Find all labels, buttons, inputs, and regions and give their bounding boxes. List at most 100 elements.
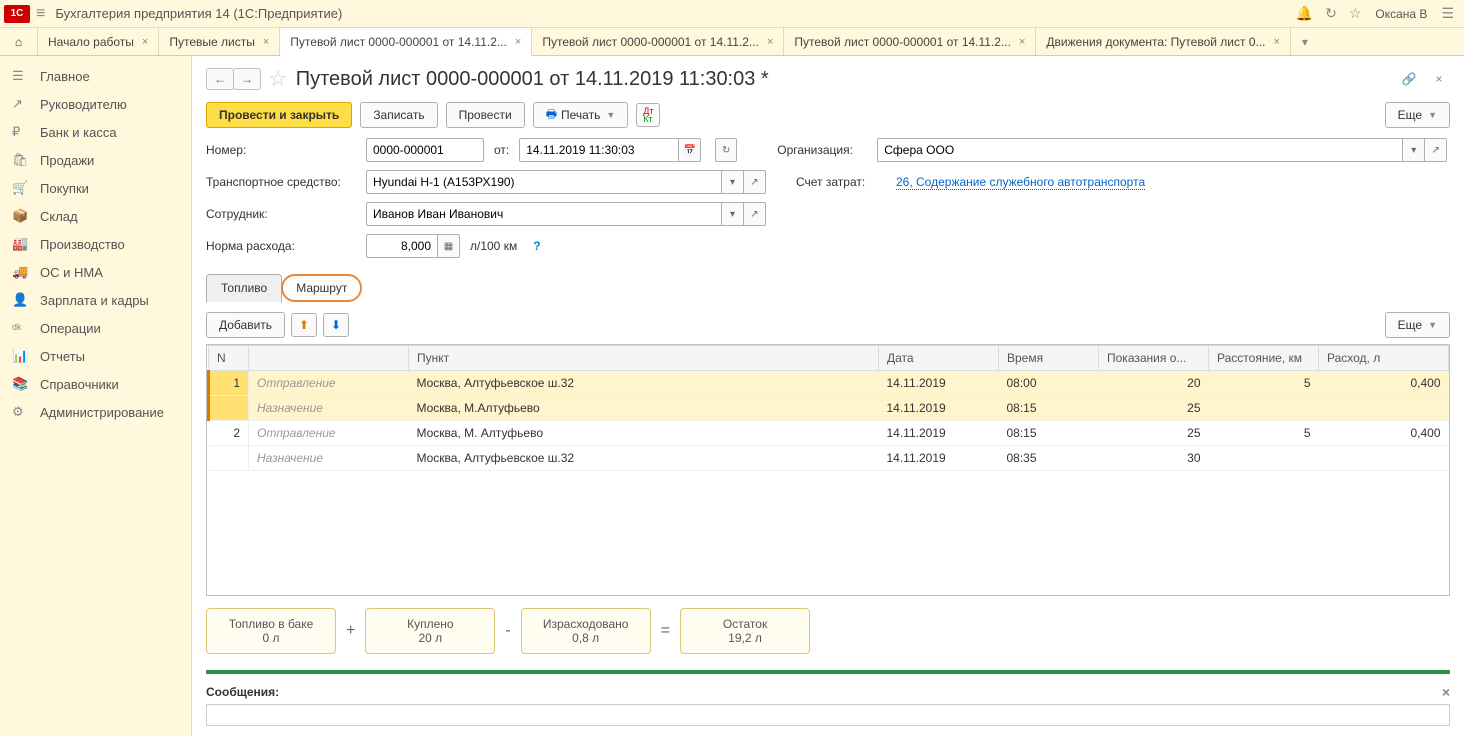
- date-cell[interactable]: 14.11.2019: [879, 421, 999, 446]
- dropdown-button[interactable]: ▾: [722, 202, 744, 226]
- history-icon[interactable]: ↻: [1325, 5, 1337, 22]
- calendar-button[interactable]: 📅: [679, 138, 701, 162]
- post-and-close-button[interactable]: Провести и закрыть: [206, 102, 352, 128]
- dist-cell[interactable]: 5: [1209, 421, 1319, 446]
- time-cell[interactable]: 08:15: [999, 421, 1099, 446]
- col-header-cons[interactable]: Расход, л: [1319, 346, 1449, 371]
- sidebar-item-warehouse[interactable]: 📦Склад: [0, 202, 191, 230]
- add-row-button[interactable]: Добавить: [206, 312, 285, 338]
- sidebar-item-admin[interactable]: ⚙Администрирование: [0, 398, 191, 426]
- dtkt-button[interactable]: ДтКт: [636, 103, 660, 127]
- tab-waybill-1[interactable]: Путевой лист 0000-000001 от 14.11.2...×: [280, 28, 532, 56]
- bell-icon[interactable]: 🔔: [1296, 5, 1313, 22]
- sidebar-item-catalogs[interactable]: 📚Справочники: [0, 370, 191, 398]
- tab-waybills[interactable]: Путевые листы×: [159, 28, 280, 55]
- window-menu-icon[interactable]: ☰: [1441, 5, 1454, 22]
- date-input[interactable]: [519, 138, 679, 162]
- nav-back-button[interactable]: ←: [206, 68, 234, 90]
- cons-cell[interactable]: [1319, 396, 1449, 421]
- star-icon[interactable]: ☆: [1349, 5, 1362, 22]
- cons-cell[interactable]: 0,400: [1319, 421, 1449, 446]
- tab-waybill-2[interactable]: Путевой лист 0000-000001 от 14.11.2...×: [532, 28, 784, 55]
- save-button[interactable]: Записать: [360, 102, 437, 128]
- date-cell[interactable]: 14.11.2019: [879, 446, 999, 471]
- odo-cell[interactable]: 25: [1099, 421, 1209, 446]
- close-icon[interactable]: ×: [515, 36, 521, 48]
- odo-cell[interactable]: 30: [1099, 446, 1209, 471]
- dist-cell[interactable]: [1209, 446, 1319, 471]
- table-row[interactable]: 1 Отправление Москва, Алтуфьевское ш.32 …: [209, 371, 1449, 396]
- close-icon[interactable]: ×: [142, 36, 148, 48]
- sidebar-item-reports[interactable]: 📊Отчеты: [0, 342, 191, 370]
- table-row[interactable]: 2 Отправление Москва, М. Алтуфьево 14.11…: [209, 421, 1449, 446]
- sidebar-item-main[interactable]: ☰Главное: [0, 62, 191, 90]
- post-button[interactable]: Провести: [446, 102, 525, 128]
- odo-cell[interactable]: 25: [1099, 396, 1209, 421]
- print-button[interactable]: 🖶Печать▼: [533, 102, 629, 128]
- time-cell[interactable]: 08:15: [999, 396, 1099, 421]
- move-up-button[interactable]: ⬆: [291, 313, 317, 337]
- dropdown-button[interactable]: ▾: [1403, 138, 1425, 162]
- col-header-point[interactable]: Пункт: [409, 346, 879, 371]
- odo-cell[interactable]: 20: [1099, 371, 1209, 396]
- col-header-n[interactable]: N: [209, 346, 249, 371]
- main-menu-icon[interactable]: ≡: [36, 5, 45, 23]
- dropdown-button[interactable]: ▾: [722, 170, 744, 194]
- tab-movements[interactable]: Движения документа: Путевой лист 0...×: [1036, 28, 1291, 55]
- point-cell[interactable]: Москва, Алтуфьевское ш.32: [409, 446, 879, 471]
- close-icon[interactable]: ×: [1019, 36, 1025, 48]
- close-icon[interactable]: ×: [767, 36, 773, 48]
- more-button[interactable]: Еще▼: [1385, 102, 1450, 128]
- time-cell[interactable]: 08:35: [999, 446, 1099, 471]
- point-cell[interactable]: Москва, Алтуфьевское ш.32: [409, 371, 879, 396]
- col-header-dist[interactable]: Расстояние, км: [1209, 346, 1319, 371]
- user-name[interactable]: Оксана В: [1375, 7, 1427, 21]
- tabs-dropdown[interactable]: ▾: [1291, 28, 1319, 55]
- nav-forward-button[interactable]: →: [233, 68, 261, 90]
- time-cell[interactable]: 08:00: [999, 371, 1099, 396]
- close-document-icon[interactable]: ×: [1428, 68, 1450, 90]
- messages-body[interactable]: [206, 704, 1450, 726]
- open-button[interactable]: ↗: [744, 170, 766, 194]
- sidebar-item-manager[interactable]: ↗Руководителю: [0, 90, 191, 118]
- rate-input[interactable]: [366, 234, 438, 258]
- dist-cell[interactable]: [1209, 396, 1319, 421]
- calculator-button[interactable]: ▦: [438, 234, 460, 258]
- favorite-star-icon[interactable]: ☆: [268, 66, 288, 92]
- close-messages-icon[interactable]: ×: [1442, 684, 1450, 700]
- sidebar-item-production[interactable]: 🏭Производство: [0, 230, 191, 258]
- home-tab[interactable]: ⌂: [0, 28, 38, 55]
- cons-cell[interactable]: [1319, 446, 1449, 471]
- point-cell[interactable]: Москва, М. Алтуфьево: [409, 421, 879, 446]
- table-more-button[interactable]: Еще▼: [1385, 312, 1450, 338]
- employee-input[interactable]: [366, 202, 722, 226]
- link-icon[interactable]: 🔗: [1398, 68, 1420, 90]
- number-input[interactable]: [366, 138, 484, 162]
- sidebar-item-bank[interactable]: ₽Банк и касса: [0, 118, 191, 146]
- open-button[interactable]: ↗: [1425, 138, 1447, 162]
- dist-cell[interactable]: 5: [1209, 371, 1319, 396]
- tab-start[interactable]: Начало работы×: [38, 28, 159, 55]
- help-icon[interactable]: ?: [533, 239, 540, 253]
- vehicle-input[interactable]: [366, 170, 722, 194]
- col-header-type[interactable]: [249, 346, 409, 371]
- close-icon[interactable]: ×: [1274, 36, 1280, 48]
- sidebar-item-assets[interactable]: 🚚ОС и НМА: [0, 258, 191, 286]
- sidebar-item-purchases[interactable]: 🛒Покупки: [0, 174, 191, 202]
- refresh-button[interactable]: ↻: [715, 138, 737, 162]
- org-input[interactable]: [877, 138, 1403, 162]
- tab-fuel[interactable]: Топливо: [206, 274, 282, 302]
- tab-route[interactable]: Маршрут: [281, 274, 362, 302]
- close-icon[interactable]: ×: [263, 36, 269, 48]
- move-down-button[interactable]: ⬇: [323, 313, 349, 337]
- open-button[interactable]: ↗: [744, 202, 766, 226]
- cons-cell[interactable]: 0,400: [1319, 371, 1449, 396]
- table-row[interactable]: Назначение Москва, Алтуфьевское ш.32 14.…: [209, 446, 1449, 471]
- date-cell[interactable]: 14.11.2019: [879, 371, 999, 396]
- date-cell[interactable]: 14.11.2019: [879, 396, 999, 421]
- col-header-date[interactable]: Дата: [879, 346, 999, 371]
- sidebar-item-sales[interactable]: 🛍Продажи: [0, 146, 191, 174]
- point-cell[interactable]: Москва, М.Алтуфьево: [409, 396, 879, 421]
- col-header-odo[interactable]: Показания о...: [1099, 346, 1209, 371]
- sidebar-item-hr[interactable]: 👤Зарплата и кадры: [0, 286, 191, 314]
